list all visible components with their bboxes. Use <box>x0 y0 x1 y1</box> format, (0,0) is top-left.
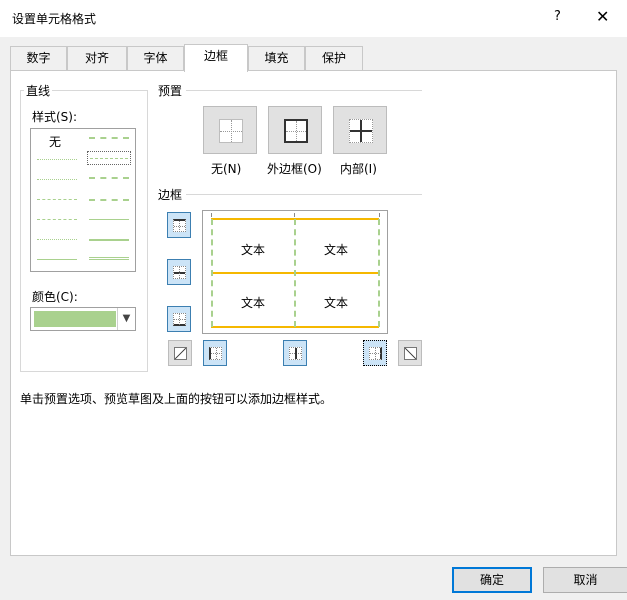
preset-none-button[interactable] <box>203 106 257 154</box>
border-left-icon <box>209 347 222 360</box>
border-divider <box>186 194 422 195</box>
line-style-option[interactable] <box>37 219 77 220</box>
tab-alignment[interactable]: 对齐 <box>67 46 127 71</box>
tab-number[interactable]: 数字 <box>10 46 67 71</box>
border-section-label: 边框 <box>156 186 185 203</box>
line-style-option[interactable] <box>89 257 129 260</box>
preset-inside-button[interactable] <box>333 106 387 154</box>
line-style-option[interactable] <box>37 199 77 200</box>
tab-border[interactable]: 边框 <box>184 44 248 72</box>
cancel-button[interactable]: 取消 <box>543 567 627 593</box>
border-left-button[interactable] <box>203 340 227 366</box>
line-style-option[interactable] <box>37 159 77 160</box>
line-style-none[interactable]: 无 <box>49 133 61 150</box>
preset-none-label: 无(N) <box>211 162 242 176</box>
border-bottom-icon <box>173 313 186 326</box>
border-inside-vertical-button[interactable] <box>283 340 307 366</box>
line-style-option[interactable] <box>89 199 129 201</box>
preset-outline-button[interactable] <box>268 106 322 154</box>
tab-font[interactable]: 字体 <box>127 46 184 71</box>
line-style-option[interactable] <box>89 177 129 179</box>
border-diagonal-up-button[interactable] <box>168 340 192 366</box>
preset-inside-label: 内部(I) <box>340 162 377 176</box>
color-dropdown[interactable]: ▼ <box>30 307 136 331</box>
border-right-icon <box>369 347 382 360</box>
ok-button[interactable]: 确定 <box>452 567 532 593</box>
style-label: 样式(S): <box>30 108 80 125</box>
line-style-option[interactable] <box>37 239 77 240</box>
preset-outline-icon <box>284 119 308 143</box>
line-style-option[interactable] <box>89 137 129 139</box>
tab-protection[interactable]: 保护 <box>305 46 363 71</box>
chevron-down-icon[interactable]: ▼ <box>117 308 135 330</box>
preset-outline-label: 外边框(O) <box>267 162 322 176</box>
line-style-option[interactable] <box>37 179 77 180</box>
preset-inside-icon <box>349 119 373 143</box>
line-section-label: 直线 <box>24 82 53 99</box>
line-style-option[interactable] <box>89 219 129 220</box>
border-diagonal-down-button[interactable] <box>398 340 422 366</box>
dialog-title: 设置单元格格式 <box>12 12 97 26</box>
preview-text: 文本 <box>324 296 349 310</box>
preset-none-icon <box>219 119 243 143</box>
diagonal-up-icon <box>174 347 187 360</box>
border-inside-horizontal-icon <box>173 266 186 279</box>
line-style-selected[interactable] <box>87 151 131 165</box>
preset-section-label: 预置 <box>156 82 185 99</box>
border-right-button[interactable] <box>363 340 387 366</box>
preset-divider <box>186 90 422 91</box>
border-bottom-button[interactable] <box>167 306 191 332</box>
close-button[interactable]: ✕ <box>596 7 609 26</box>
preview-left-line <box>211 219 213 327</box>
preview-center-line <box>294 219 296 327</box>
border-top-button[interactable] <box>167 212 191 238</box>
preview-text: 文本 <box>324 243 349 257</box>
hint-text: 单击预置选项、预览草图及上面的按钮可以添加边框样式。 <box>20 392 333 406</box>
border-inside-vertical-icon <box>289 347 302 360</box>
color-label: 颜色(C): <box>30 288 80 305</box>
line-style-option[interactable] <box>37 259 77 260</box>
preview-right-line <box>378 219 380 327</box>
color-swatch <box>34 311 116 327</box>
preview-text: 文本 <box>241 296 266 310</box>
border-preview[interactable]: 文本 文本 文本 文本 <box>202 210 388 334</box>
line-style-list[interactable]: 无 <box>30 128 136 272</box>
help-button[interactable]: ? <box>554 9 561 24</box>
line-style-option[interactable] <box>89 239 129 241</box>
tab-fill[interactable]: 填充 <box>248 46 305 71</box>
preview-text: 文本 <box>241 243 266 257</box>
diagonal-down-icon <box>404 347 417 360</box>
border-inside-horizontal-button[interactable] <box>167 259 191 285</box>
title-bar: 设置单元格格式 ? ✕ <box>0 0 627 37</box>
border-top-icon <box>173 219 186 232</box>
